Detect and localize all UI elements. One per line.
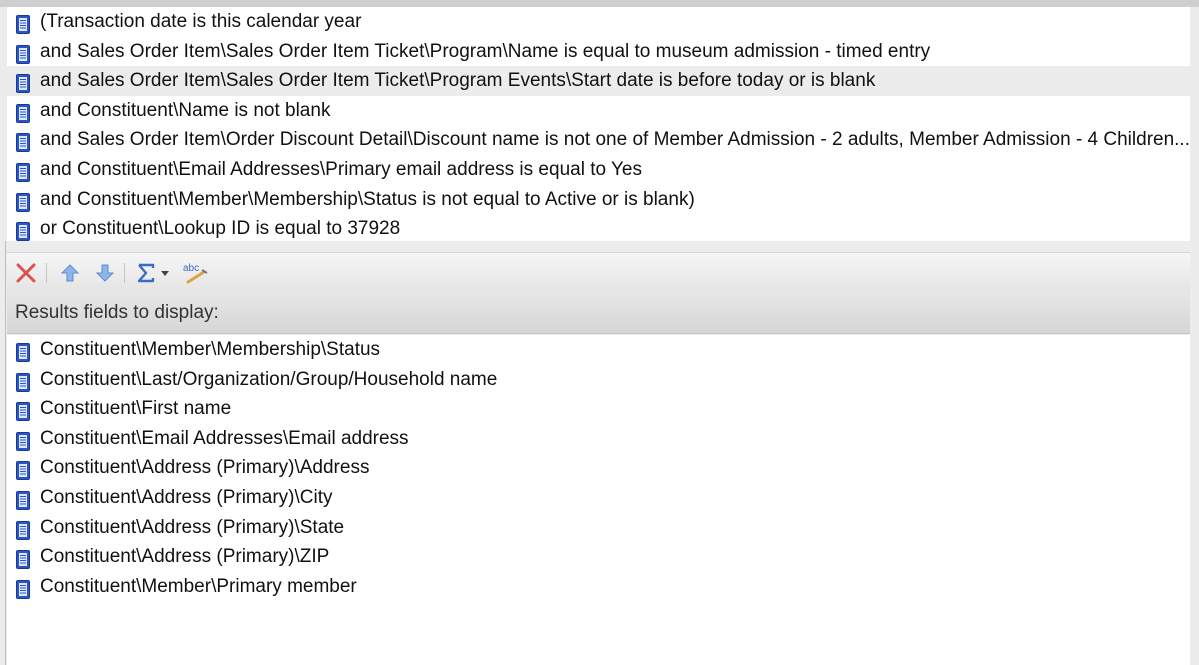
criteria-row-text: and Sales Order Item\Sales Order Item Ti…: [40, 70, 876, 92]
move-down-arrow-icon[interactable]: [94, 262, 116, 284]
field-document-icon: [16, 579, 30, 599]
criteria-row[interactable]: and Sales Order Item\Order Discount Deta…: [7, 125, 1190, 155]
criteria-row[interactable]: and Sales Order Item\Sales Order Item Ti…: [7, 37, 1190, 67]
svg-text:abc: abc: [183, 263, 199, 274]
results-fields-list[interactable]: Constituent\Member\Membership\Status Con…: [7, 335, 1190, 665]
field-document-icon: [16, 44, 30, 64]
criteria-row[interactable]: (Transaction date is this calendar year: [7, 7, 1190, 37]
results-field-text: Constituent\Member\Primary member: [40, 575, 357, 597]
results-field-row[interactable]: Constituent\Address (Primary)\State: [7, 513, 1190, 543]
results-field-row[interactable]: Constituent\Address (Primary)\Address: [7, 453, 1190, 483]
spellcheck-abc-icon[interactable]: abc: [182, 262, 210, 284]
delete-x-icon[interactable]: [14, 262, 38, 284]
results-field-text: Constituent\Member\Membership\Status: [40, 339, 381, 360]
criteria-row-selected[interactable]: and Sales Order Item\Sales Order Item Ti…: [7, 66, 1190, 96]
field-document-icon: [16, 162, 30, 182]
criteria-row-text: and Constituent\Email Addresses\Primary …: [40, 158, 642, 180]
criteria-row-text: and Constituent\Member\Membership\Status…: [40, 188, 695, 210]
results-field-text: Constituent\Email Addresses\Email addres…: [40, 427, 409, 449]
results-field-row[interactable]: Constituent\Email Addresses\Email addres…: [7, 424, 1190, 454]
results-field-row[interactable]: Constituent\Last/Organization/Group/Hous…: [7, 365, 1190, 395]
criteria-row-text: and Sales Order Item\Sales Order Item Ti…: [40, 40, 931, 62]
criteria-row[interactable]: and Constituent\Email Addresses\Primary …: [7, 155, 1190, 185]
filter-criteria-list[interactable]: (Transaction date is this calendar year …: [7, 7, 1190, 241]
sigma-summarize-icon[interactable]: [135, 262, 173, 284]
criteria-row-text: (Transaction date is this calendar year: [40, 11, 362, 32]
criteria-row-text: and Constituent\Name is not blank: [40, 99, 331, 121]
criteria-row-text: or Constituent\Lookup ID is equal to 379…: [40, 218, 401, 240]
results-field-row[interactable]: Constituent\Member\Membership\Status: [7, 335, 1190, 365]
results-field-text: Constituent\Last/Organization/Group/Hous…: [40, 368, 498, 390]
field-document-icon: [16, 520, 30, 540]
results-field-text: Constituent\First name: [40, 398, 232, 420]
results-fields-heading: Results fields to display:: [15, 302, 219, 323]
field-document-icon: [16, 490, 30, 510]
panel-left-border: [5, 241, 6, 665]
results-field-row[interactable]: Constituent\Member\Primary member: [7, 572, 1190, 602]
field-document-icon: [16, 431, 30, 451]
field-document-icon: [16, 222, 30, 241]
field-document-icon: [16, 192, 30, 212]
results-field-text: Constituent\Address (Primary)\State: [40, 516, 345, 538]
results-field-row[interactable]: Constituent\Address (Primary)\City: [7, 483, 1190, 513]
results-fields-header: Results fields to display:: [7, 293, 1190, 334]
field-document-icon: [16, 402, 30, 422]
field-document-icon: [16, 550, 30, 570]
field-document-icon: [16, 461, 30, 481]
criteria-row[interactable]: and Constituent\Member\Membership\Status…: [7, 185, 1190, 215]
results-field-text: Constituent\Address (Primary)\ZIP: [40, 546, 330, 568]
toolbar-separator: [124, 263, 125, 283]
toolbar-separator: [46, 263, 47, 283]
field-document-icon: [16, 15, 30, 34]
move-up-arrow-icon[interactable]: [59, 262, 81, 284]
field-document-icon: [16, 103, 30, 123]
results-field-text: Constituent\Address (Primary)\Address: [40, 457, 370, 479]
criteria-row[interactable]: or Constituent\Lookup ID is equal to 379…: [7, 214, 1190, 241]
top-bar: [0, 0, 1199, 7]
field-document-icon: [16, 74, 30, 94]
results-toolbar: abc: [7, 252, 1190, 294]
field-document-icon: [16, 343, 30, 362]
results-field-text: Constituent\Address (Primary)\City: [40, 486, 333, 508]
results-field-row[interactable]: Constituent\Address (Primary)\ZIP: [7, 542, 1190, 572]
field-document-icon: [16, 133, 30, 153]
criteria-row-text: and Sales Order Item\Order Discount Deta…: [40, 129, 1190, 151]
results-field-row[interactable]: Constituent\First name: [7, 394, 1190, 424]
field-document-icon: [16, 372, 30, 392]
criteria-row[interactable]: and Constituent\Name is not blank: [7, 96, 1190, 126]
